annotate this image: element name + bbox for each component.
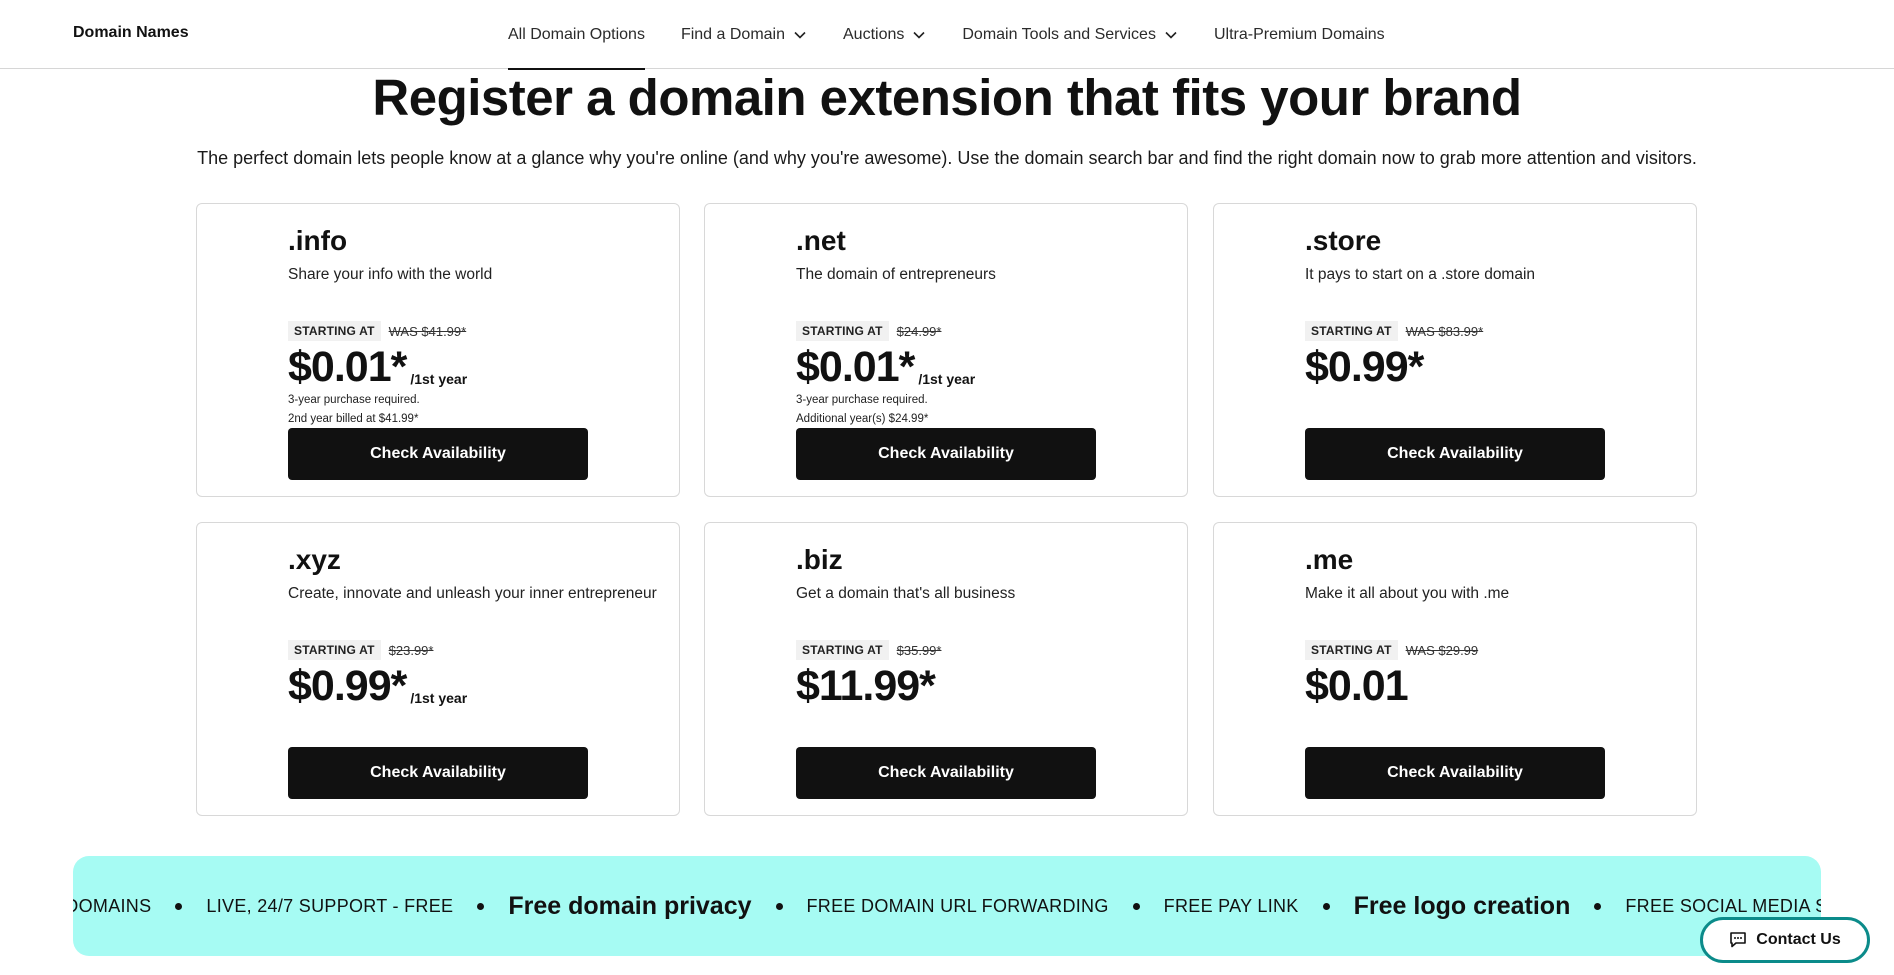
- tld-name: .store: [1305, 225, 1382, 256]
- bullet-dot: [1322, 902, 1330, 910]
- fine-print: 3-year purchase required.: [796, 394, 928, 406]
- check-availability-button[interactable]: Check Availability: [288, 747, 588, 799]
- brand-label[interactable]: Domain Names: [73, 24, 189, 42]
- check-availability-button[interactable]: Check Availability: [1305, 428, 1605, 480]
- nav-item-domain-tools[interactable]: Domain Tools and Services: [962, 0, 1178, 69]
- nav-item-label: All Domain Options: [508, 25, 645, 43]
- starting-at-label: STARTING AT: [288, 640, 381, 660]
- nav-item-label: Ultra-Premium Domains: [1213, 25, 1385, 43]
- domain-card-info: .info Share your info with the world STA…: [196, 203, 680, 497]
- domain-card-net: .net The domain of entrepreneurs STARTIN…: [704, 203, 1188, 497]
- price-amount: $0.01*: [288, 343, 407, 391]
- tld-tagline: Share your info with the world: [288, 266, 493, 283]
- domain-card-biz: .biz Get a domain that's all business ST…: [704, 522, 1188, 816]
- ticker-item: FREE PAY LINK: [1163, 895, 1299, 916]
- bullet-dot: [1132, 902, 1140, 910]
- nav-item-ultra-premium[interactable]: Ultra-Premium Domains: [1214, 0, 1385, 69]
- price-amount: $11.99*: [796, 662, 936, 710]
- page-description: The perfect domain lets people know at a…: [197, 148, 1697, 168]
- tld-tagline: The domain of entrepreneurs: [796, 266, 996, 283]
- starting-at-label: STARTING AT: [1305, 321, 1398, 341]
- fine-print: 2nd year billed at $41.99*: [288, 413, 419, 425]
- starting-at-label: STARTING AT: [796, 321, 889, 341]
- chat-icon: [1730, 932, 1747, 948]
- ticker-item: LIVE, 24/7 SUPPORT - FREE: [206, 895, 454, 916]
- check-availability-button[interactable]: Check Availability: [796, 747, 1096, 799]
- top-nav: Domain Names All Domain Options Find a D…: [0, 0, 1894, 70]
- starting-at-label: STARTING AT: [288, 321, 381, 341]
- starting-at-label: STARTING AT: [796, 640, 889, 660]
- nav-item-label: Auctions: [843, 25, 905, 43]
- tld-name: .info: [288, 225, 348, 256]
- fine-print: Additional year(s) $24.99*: [796, 413, 929, 425]
- domain-card-xyz: .xyz Create, innovate and unleash your i…: [196, 522, 680, 816]
- tld-name: .xyz: [288, 544, 341, 575]
- nav-item-find-a-domain[interactable]: Find a Domain: [681, 0, 807, 69]
- domain-card-store: .store It pays to start on a .store doma…: [1213, 203, 1697, 497]
- check-availability-button[interactable]: Check Availability: [1305, 747, 1605, 799]
- tld-name: .net: [796, 225, 846, 256]
- ticker-item: BDOMAINS: [73, 895, 152, 916]
- was-price: $24.99*: [896, 323, 942, 339]
- nav-items: All Domain Options Find a Domain Auction…: [508, 0, 1421, 70]
- tld-name: .biz: [796, 544, 843, 575]
- price-amount: $0.01: [1305, 662, 1409, 710]
- price-period: /1st year: [410, 371, 468, 387]
- price-period: /1st year: [918, 371, 976, 387]
- domain-card-me: .me Make it all about you with .me START…: [1213, 522, 1697, 816]
- price-amount: $0.99*: [288, 662, 407, 710]
- chevron-down-icon: [913, 31, 925, 39]
- was-price: WAS $83.99*: [1405, 323, 1484, 339]
- bullet-dot: [775, 902, 783, 910]
- ticker-item: FREE SOCIAL MEDIA SUBDOMAINS: [1625, 895, 1821, 916]
- nav-item-label: Domain Tools and Services: [962, 25, 1156, 43]
- ticker-item: Free domain privacy: [508, 891, 752, 920]
- price-amount: $0.01*: [796, 343, 915, 391]
- tld-tagline: It pays to start on a .store domain: [1305, 266, 1536, 283]
- was-price: $23.99*: [388, 642, 434, 658]
- bullet-dot: [1594, 902, 1602, 910]
- ticker-item: Free logo creation: [1353, 891, 1571, 920]
- tld-tagline: Get a domain that's all business: [796, 585, 1016, 602]
- was-price: WAS $29.99: [1405, 642, 1479, 658]
- benefits-ticker: BDOMAINS LIVE, 24/7 SUPPORT - FREE Free …: [73, 856, 1821, 956]
- nav-item-all-domain-options[interactable]: All Domain Options: [508, 0, 645, 70]
- chevron-down-icon: [794, 31, 806, 39]
- nav-item-label: Find a Domain: [680, 25, 785, 43]
- price-amount: $0.99*: [1305, 343, 1424, 391]
- contact-us-button[interactable]: Contact Us: [1700, 917, 1870, 963]
- starting-at-label: STARTING AT: [1305, 640, 1398, 660]
- ticker-item: FREE DOMAIN URL FORWARDING: [806, 895, 1109, 916]
- check-availability-button[interactable]: Check Availability: [796, 428, 1096, 480]
- page-title: Register a domain extension that fits yo…: [372, 69, 1522, 126]
- bullet-dot: [175, 902, 183, 910]
- tld-tagline: Create, innovate and unleash your inner …: [288, 585, 657, 602]
- chevron-down-icon: [1165, 31, 1177, 39]
- price-period: /1st year: [410, 690, 468, 706]
- nav-item-auctions[interactable]: Auctions: [843, 0, 926, 69]
- contact-us-label: Contact Us: [1756, 931, 1841, 948]
- check-availability-button[interactable]: Check Availability: [288, 428, 588, 480]
- tld-tagline: Make it all about you with .me: [1305, 585, 1510, 602]
- fine-print: 3-year purchase required.: [288, 394, 420, 406]
- bullet-dot: [477, 902, 485, 910]
- tld-name: .me: [1305, 544, 1354, 575]
- was-price: WAS $41.99*: [388, 323, 467, 339]
- was-price: $35.99*: [896, 642, 942, 658]
